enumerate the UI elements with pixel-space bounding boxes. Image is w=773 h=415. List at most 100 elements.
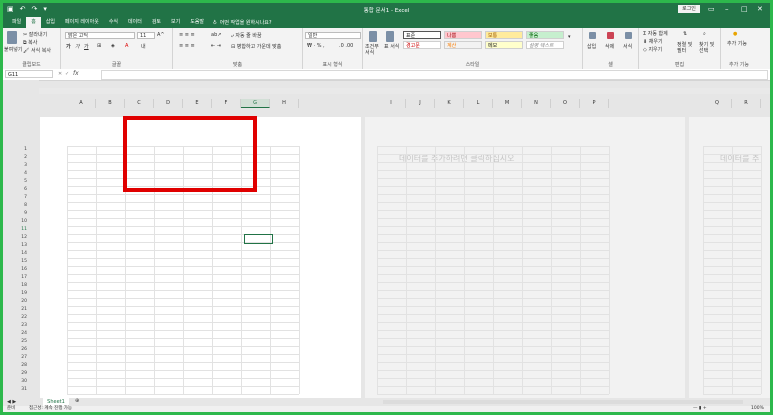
row-header-9[interactable]: 9 [15,210,27,218]
column-header-o[interactable]: O [551,99,580,108]
insert-cells-button[interactable]: 삽입 [587,43,596,50]
row-header-21[interactable]: 21 [15,306,27,314]
column-header-j[interactable]: J [406,99,435,108]
column-header-h[interactable]: H [270,99,299,108]
copy-button[interactable]: ⧉ 복사 [23,39,37,46]
prev-sheet-icon[interactable]: ◀ ▶ [7,399,16,405]
column-header-g[interactable]: G [241,99,270,108]
font-size-select[interactable]: 11 [137,32,155,39]
style-explanatory[interactable]: 설명 텍스트 [526,41,564,49]
column-header-p[interactable]: P [580,99,609,108]
styles-more-icon[interactable]: ▾ [568,34,571,40]
delete-cells-button[interactable]: 삭제 [605,43,614,50]
paste-icon[interactable] [7,31,17,44]
row-header-11[interactable]: 11 [15,226,27,234]
style-bad[interactable]: 나쁨 [444,31,482,39]
column-header-n[interactable]: N [522,99,551,108]
row-header-14[interactable]: 14 [15,250,27,258]
row-header-16[interactable]: 16 [15,266,27,274]
decimal-icon[interactable]: .0 .00 [339,43,353,49]
zoom-level[interactable]: 100% [751,406,764,412]
grow-font-icon[interactable]: A^ [157,32,165,38]
style-normal[interactable]: 표준 [403,31,441,39]
zoom-slider[interactable]: — ▮ + [693,406,707,412]
row-header-30[interactable]: 30 [15,378,27,386]
tab-formulas[interactable]: 수식 [104,17,123,28]
column-header-r[interactable]: R [732,99,761,108]
row-header-22[interactable]: 22 [15,314,27,322]
insert-cells-icon[interactable] [589,32,596,39]
selected-cell[interactable] [244,234,273,244]
row-header-4[interactable]: 4 [15,170,27,178]
tab-view[interactable]: 보기 [166,17,185,28]
bold-button[interactable]: 가 [66,43,71,50]
row-header-10[interactable]: 10 [15,218,27,226]
format-cells-button[interactable]: 서식 [623,43,632,50]
column-header-i[interactable]: I [377,99,406,108]
row-header-26[interactable]: 26 [15,346,27,354]
addins-icon[interactable]: ● [733,31,737,37]
row-header-29[interactable]: 29 [15,370,27,378]
style-calc[interactable]: 계산 [444,41,482,49]
maximize-icon[interactable]: □ [741,5,748,13]
style-good[interactable]: 좋음 [526,31,564,39]
delete-cells-icon[interactable] [607,32,614,39]
cancel-icon[interactable]: ✕ [58,71,62,77]
number-format-select[interactable]: 일반 [305,32,361,39]
minimize-icon[interactable]: – [725,5,729,13]
row-header-2[interactable]: 2 [15,154,27,162]
row-header-5[interactable]: 5 [15,178,27,186]
clear-button[interactable]: ◇ 지우기 [643,46,662,53]
conditional-format-button[interactable]: 조건부 서식 [365,44,383,56]
row-header-3[interactable]: 3 [15,162,27,170]
enter-icon[interactable]: ✓ [65,71,69,77]
font-color-icon[interactable]: A [125,43,128,49]
orientation-icon[interactable]: ab↗ [211,32,221,38]
style-note[interactable]: 메모 [485,41,523,49]
tab-data[interactable]: 데이터 [123,17,147,28]
wrap-text-button[interactable]: ⤶ 자동 줄 바꿈 [231,32,262,39]
close-icon[interactable]: ✕ [757,5,763,13]
tell-me-box[interactable]: ♁ 어떤 작업을 원하시나요? [213,19,272,27]
tab-home[interactable]: 홈 [26,17,41,28]
column-header-q[interactable]: Q [703,99,732,108]
column-header-a[interactable]: A [67,99,96,108]
tab-review[interactable]: 검토 [147,17,166,28]
row-header-25[interactable]: 25 [15,338,27,346]
tab-page-layout[interactable]: 페이지 레이아웃 [60,17,104,28]
row-header-7[interactable]: 7 [15,194,27,202]
row-header-12[interactable]: 12 [15,234,27,242]
sort-filter-icon[interactable]: ⇅ [683,31,687,37]
style-warning[interactable]: 경고문 [403,41,441,49]
row-header-23[interactable]: 23 [15,322,27,330]
tab-insert[interactable]: 삽입 [41,17,60,28]
column-header-l[interactable]: L [464,99,493,108]
sort-filter-button[interactable]: 정렬 및 필터 [677,42,697,54]
accounting-icon[interactable]: ₩ · % , [307,43,325,49]
table-format-icon[interactable] [386,31,394,42]
style-neutral[interactable]: 보통 [485,31,523,39]
row-header-24[interactable]: 24 [15,330,27,338]
font-name-select[interactable]: 맑은 고딕 [65,32,135,39]
merge-center-button[interactable]: ⊟ 병합하고 가운데 맞춤 [231,43,281,50]
row-header-28[interactable]: 28 [15,362,27,370]
column-header-b[interactable]: B [96,99,125,108]
ribbon-display-icon[interactable]: ▭ [708,5,715,13]
column-header-d[interactable]: D [154,99,183,108]
row-header-27[interactable]: 27 [15,354,27,362]
column-header-e[interactable]: E [183,99,212,108]
fill-button[interactable]: ⬇ 채우기 [643,38,663,45]
format-painter-button[interactable]: 🖌 서식 복사 [23,47,51,54]
column-header-m[interactable]: M [493,99,522,108]
format-cells-icon[interactable] [625,32,632,39]
row-header-17[interactable]: 17 [15,274,27,282]
row-header-1[interactable]: 1 [15,146,27,154]
column-header-c[interactable]: C [125,99,154,108]
new-sheet-icon[interactable]: ⊕ [75,398,79,404]
fill-color-icon[interactable]: ◈ [111,43,115,49]
status-accessibility[interactable]: 접근성: 계속 진행 가능 [29,406,72,412]
left-align-icon[interactable]: ≡ ≡ ≡ [179,43,195,49]
indent-icon[interactable]: ⇤ ⇥ [211,43,221,49]
italic-button[interactable]: 가 [75,43,80,50]
tab-help[interactable]: 도움말 [185,17,209,28]
